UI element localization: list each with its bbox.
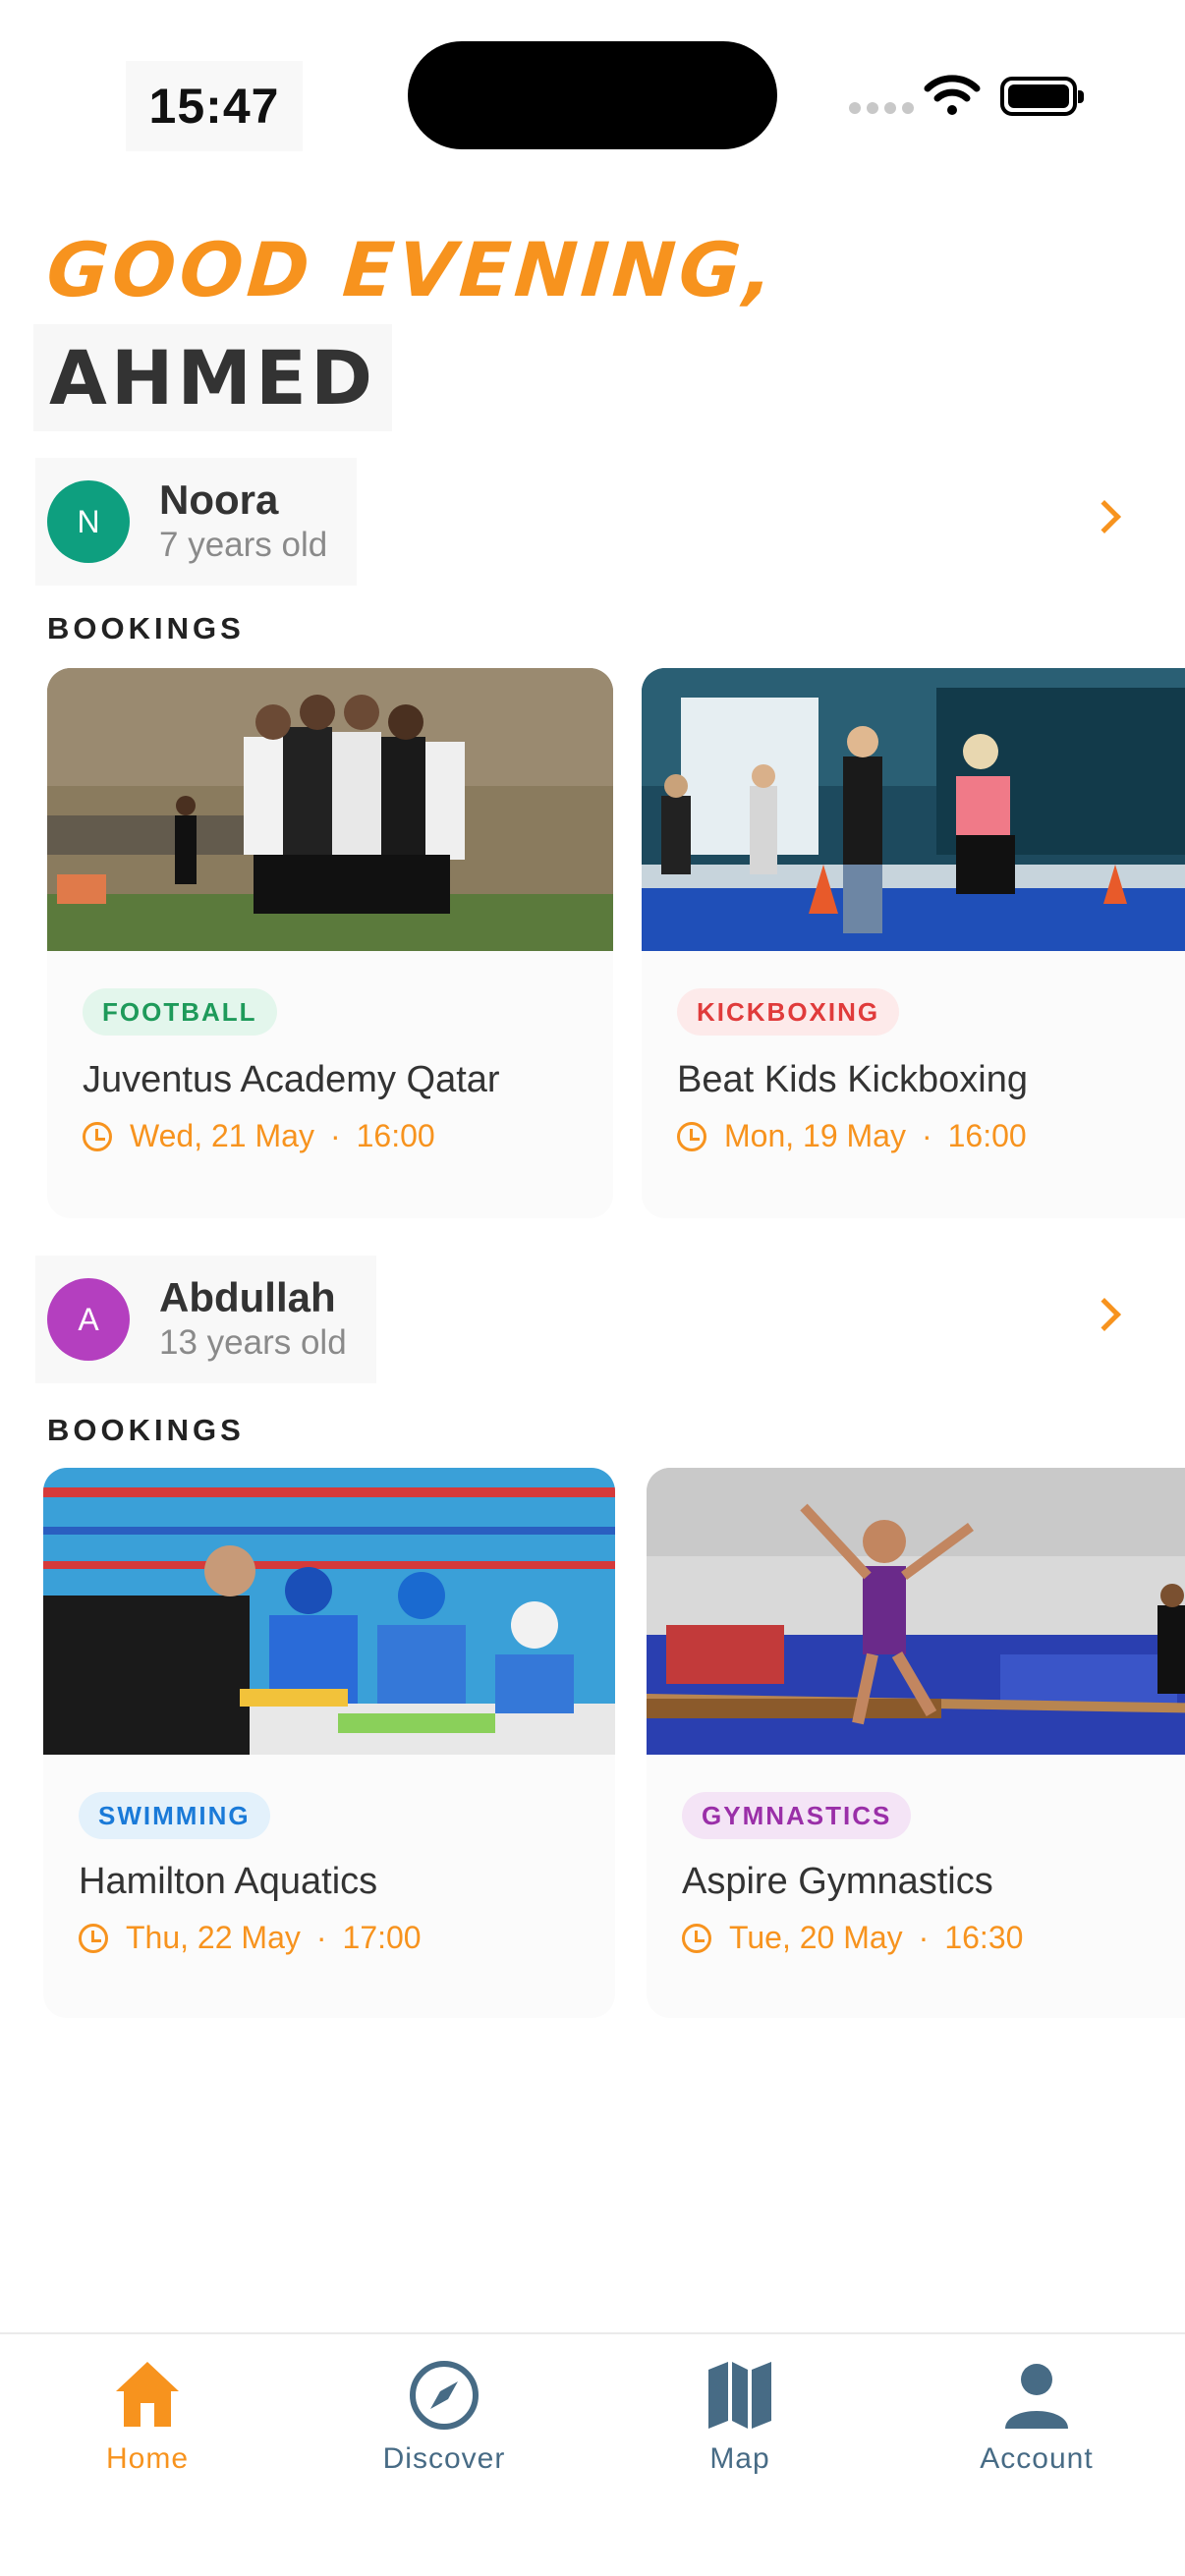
nav-account[interactable]: Account [889,2356,1184,2476]
child-name: Noora [159,476,279,523]
separator-dot: · [329,1118,341,1153]
map-icon [708,2362,771,2429]
booking-image [642,668,1185,951]
battery-icon [1000,77,1084,116]
booking-title: Hamilton Aquatics [79,1861,378,1902]
booking-card-gymnastics[interactable]: GYMNASTICS Aspire Gymnastics Tue, 20 May… [647,1468,1185,2018]
booking-day: Tue, 20 May [729,1920,903,1955]
category-tag: GYMNASTICS [682,1792,912,1839]
booking-time: 16:00 [947,1118,1027,1153]
separator-dot: · [918,1920,930,1955]
avatar: N [47,480,130,563]
booking-card-kickboxing[interactable]: KICKBOXING Beat Kids Kickboxing Mon, 19 … [642,668,1185,1218]
bookings-section-label: BOOKINGS [47,611,245,645]
child-row-noora[interactable]: N Noora 7 years old [0,458,1185,586]
booking-image [647,1468,1185,1755]
separator-dot: · [921,1118,932,1153]
booking-image [43,1468,615,1755]
child-header: N Noora 7 years old [35,458,358,586]
booking-schedule: Wed, 21 May · 16:00 [83,1118,435,1154]
booking-day: Wed, 21 May [130,1118,314,1153]
greeting-line: GOOD EVENING, [43,226,780,313]
status-time: 15:47 [126,61,303,151]
nav-home[interactable]: Home [0,2356,295,2476]
child-row-abdullah[interactable]: A Abdullah 13 years old [0,1256,1185,1383]
nav-label: Map [709,2442,770,2475]
booking-schedule: Mon, 19 May · 16:00 [677,1118,1027,1154]
booking-title: Beat Kids Kickboxing [677,1059,1028,1100]
child-name: Abdullah [159,1274,336,1320]
nav-label: Home [105,2442,190,2475]
booking-schedule: Tue, 20 May · 16:30 [682,1920,1023,1956]
person-icon [1005,2364,1068,2429]
user-name-heading: AHMED [33,324,393,431]
chevron-right-icon[interactable] [1088,1298,1121,1331]
child-age: 13 years old [159,1323,347,1362]
booking-card-swimming[interactable]: SWIMMING Hamilton Aquatics Thu, 22 May ·… [43,1468,615,2018]
clock-icon [682,1923,711,1953]
cellular-signal-icon [849,102,914,114]
nav-label: Account [980,2442,1094,2475]
booking-time: 16:00 [356,1118,435,1153]
clock-icon [677,1121,706,1151]
child-age: 7 years old [159,526,328,564]
child-header: A Abdullah 13 years old [35,1256,376,1383]
booking-day: Mon, 19 May [724,1118,906,1153]
booking-schedule: Thu, 22 May · 17:00 [79,1920,422,1956]
separator-dot: · [315,1920,327,1955]
category-tag: KICKBOXING [677,988,900,1036]
booking-title: Juventus Academy Qatar [83,1059,500,1100]
compass-icon [410,2361,479,2430]
category-tag: FOOTBALL [83,988,277,1036]
avatar: A [47,1278,130,1361]
category-tag: SWIMMING [79,1792,270,1839]
chevron-right-icon[interactable] [1088,500,1121,533]
home-screen: 15:47 GOOD EVENING, AHMED N Noora 7 year… [0,0,1185,2576]
nav-label: Discover [382,2442,506,2475]
nav-discover[interactable]: Discover [297,2356,592,2476]
dynamic-island [408,41,777,149]
booking-day: Thu, 22 May [126,1920,301,1955]
booking-card-football[interactable]: FOOTBALL Juventus Academy Qatar Wed, 21 … [47,668,613,1218]
booking-time: 16:30 [944,1920,1024,1955]
clock-icon [83,1121,112,1151]
home-icon [116,2362,179,2427]
bookings-section-label: BOOKINGS [47,1413,245,1447]
wifi-icon [924,75,981,115]
booking-image [47,668,613,951]
bottom-navigation: Home Discover Map Account [0,2332,1185,2576]
booking-time: 17:00 [342,1920,422,1955]
nav-map[interactable]: Map [592,2356,887,2476]
clock-icon [79,1923,108,1953]
booking-title: Aspire Gymnastics [682,1861,993,1902]
